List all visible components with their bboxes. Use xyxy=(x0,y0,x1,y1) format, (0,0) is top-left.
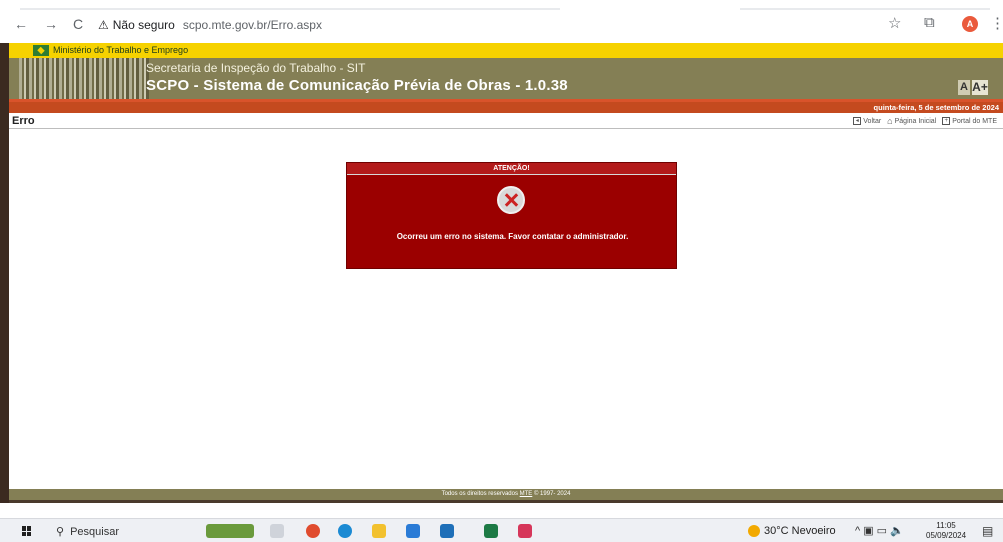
widgets-icon[interactable] xyxy=(206,524,254,538)
site-banner: Secretaria de Inspeção do Trabalho - SIT… xyxy=(9,58,1003,99)
footer-rights: Todos os direitos reservados xyxy=(441,491,518,497)
bookmark-star-icon[interactable]: ☆ xyxy=(888,14,901,32)
task-view-icon[interactable] xyxy=(270,524,284,538)
page-header: Erro ◂ Voltar ⌂ Página Inicial + Portal … xyxy=(9,113,1003,129)
weather-text: 30°C Nevoeiro xyxy=(764,525,836,537)
file-explorer-icon[interactable] xyxy=(372,524,386,538)
page-footer: Todos os direitos reservados MTE © 1997-… xyxy=(9,489,1003,500)
system-tray-icons[interactable]: ^ ▣ ▭ 🔈 xyxy=(855,524,904,537)
government-bar: Ministério do Trabalho e Emprego xyxy=(9,43,1003,58)
clock-date: 05/09/2024 xyxy=(926,531,967,540)
security-label[interactable]: Não seguro xyxy=(113,18,175,32)
back-button[interactable]: ← xyxy=(14,16,28,32)
excel-icon[interactable] xyxy=(484,524,498,538)
back-link-label[interactable]: Voltar xyxy=(863,118,881,125)
web-page: Ministério do Trabalho e Emprego Secreta… xyxy=(9,43,1003,503)
forward-button[interactable]: → xyxy=(44,16,58,32)
window-gap xyxy=(0,503,1003,518)
windows-taskbar: ⚲ Pesquisar 30°C Nevoeiro ^ ▣ ▭ 🔈 11:05 … xyxy=(0,518,1003,542)
portal-grid-icon: + xyxy=(942,117,951,125)
taskbar-clock[interactable]: 11:05 05/09/2024 xyxy=(926,521,966,541)
error-heading: ATENÇÃO! xyxy=(347,163,676,175)
notification-icon[interactable]: ▤ xyxy=(982,524,993,538)
tab-strip-right xyxy=(740,8,990,10)
ministry-link[interactable]: Ministério do Trabalho e Emprego xyxy=(53,45,188,55)
clock-time: 11:05 xyxy=(936,521,956,530)
footer-copyright: © 1997- 2024 xyxy=(533,491,571,497)
font-decrease-button[interactable]: A xyxy=(958,80,970,95)
menu-kebab-icon[interactable]: ⋮ xyxy=(990,14,1003,32)
portal-link-label[interactable]: Portal do MTE xyxy=(952,118,997,125)
tab-strip xyxy=(20,8,560,10)
edge-icon[interactable] xyxy=(338,524,352,538)
chrome-icon[interactable] xyxy=(306,524,320,538)
extensions-icon[interactable]: ⧉ xyxy=(924,14,935,31)
warning-icon: ⚠ xyxy=(98,18,109,32)
back-arrow-icon: ◂ xyxy=(853,117,862,125)
current-date: quinta-feira, 5 de setembro de 2024 xyxy=(873,103,999,112)
reload-button[interactable]: C xyxy=(73,16,83,32)
mail-icon[interactable] xyxy=(440,524,454,538)
store-icon[interactable] xyxy=(406,524,420,538)
brazil-flag-icon xyxy=(33,45,49,56)
portal-link[interactable]: + Portal do MTE xyxy=(942,117,997,125)
date-bar: quinta-feira, 5 de setembro de 2024 xyxy=(9,102,1003,113)
page-title: Erro xyxy=(12,115,35,127)
footer-mte-link[interactable]: MTE xyxy=(520,491,533,497)
banner-subtitle: Secretaria de Inspeção do Trabalho - SIT xyxy=(146,61,366,75)
banner-image xyxy=(19,58,149,99)
weather-icon xyxy=(748,525,760,537)
home-link-label[interactable]: Página Inicial xyxy=(895,118,937,125)
acrobat-icon[interactable] xyxy=(518,524,532,538)
back-link[interactable]: ◂ Voltar xyxy=(853,117,881,125)
page-left-border xyxy=(0,43,9,503)
url-text[interactable]: scpo.mte.gov.br/Erro.aspx xyxy=(183,18,322,32)
banner-title: SCPO - Sistema de Comunicação Prévia de … xyxy=(146,77,568,94)
top-links: ◂ Voltar ⌂ Página Inicial + Portal do MT… xyxy=(853,116,997,126)
font-increase-button[interactable]: A+ xyxy=(972,80,988,95)
search-placeholder[interactable]: Pesquisar xyxy=(70,526,119,538)
error-message: Ocorreu um erro no sistema. Favor contat… xyxy=(396,232,629,241)
taskbar-search[interactable]: ⚲ Pesquisar xyxy=(56,525,119,539)
error-dialog: ATENÇÃO! Ocorreu um erro no sistema. Fav… xyxy=(346,162,677,269)
address-bar[interactable]: ⚠ Não seguro scpo.mte.gov.br/Erro.aspx xyxy=(98,13,558,37)
windows-start-icon[interactable] xyxy=(22,526,32,536)
home-link[interactable]: ⌂ Página Inicial xyxy=(887,116,936,126)
error-x-icon xyxy=(497,186,525,214)
search-icon: ⚲ xyxy=(56,526,65,538)
home-icon: ⌂ xyxy=(887,116,893,126)
profile-avatar[interactable]: A xyxy=(962,16,978,32)
browser-toolbar: ← → C ⚠ Não seguro scpo.mte.gov.br/Erro.… xyxy=(0,0,1003,43)
weather-widget[interactable]: 30°C Nevoeiro xyxy=(748,525,836,537)
